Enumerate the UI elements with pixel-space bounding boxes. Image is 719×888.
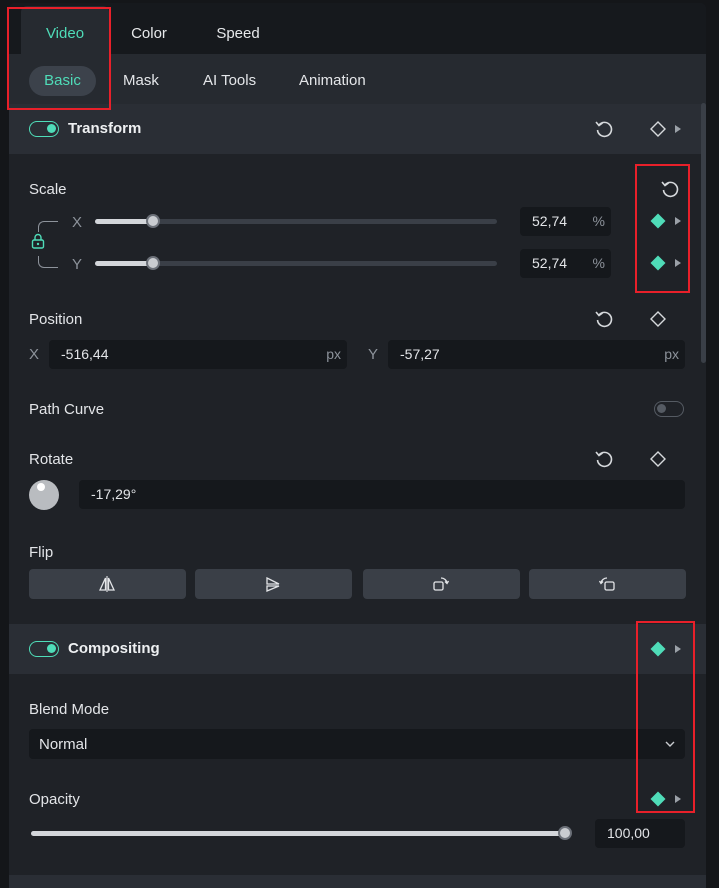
keyframe-icon[interactable] [647, 448, 669, 470]
scale-y-unit: % [592, 255, 605, 271]
scale-y-value: 52,74 [532, 255, 568, 271]
flip-label: Flip [29, 544, 54, 561]
keyframe-filled-icon[interactable] [647, 788, 669, 810]
position-x-axis-label: X [29, 346, 40, 363]
position-x-unit: px [326, 346, 341, 362]
reset-icon[interactable] [659, 178, 681, 200]
scale-x-axis-label: X [72, 214, 83, 231]
blend-mode-value: Normal [39, 736, 88, 753]
compositing-toggle[interactable] [29, 641, 59, 657]
flip-vertical-button[interactable] [195, 569, 352, 599]
blend-mode-select[interactable]: Normal [29, 729, 685, 759]
keyframe-filled-icon[interactable] [647, 210, 669, 232]
reset-icon[interactable] [593, 448, 615, 470]
compositing-header: Compositing [9, 624, 706, 674]
keyframe-filled-icon[interactable] [647, 638, 669, 660]
main-tab-bar: Video Color Speed [9, 3, 706, 54]
lock-bracket-bottom [38, 256, 58, 268]
scale-x-unit: % [592, 213, 605, 229]
transform-header: Transform [9, 104, 706, 154]
scale-x-value: 52,74 [532, 213, 568, 229]
flip-vertical-icon [266, 576, 280, 592]
caret-right-icon[interactable] [674, 794, 682, 804]
rotate-cw-icon [433, 577, 450, 591]
scale-x-slider-fill [95, 219, 153, 224]
opacity-slider[interactable] [31, 831, 566, 836]
rotate-clockwise-button[interactable] [363, 569, 520, 599]
panel-scrollbar[interactable] [701, 103, 706, 363]
flip-horizontal-button[interactable] [29, 569, 186, 599]
opacity-slider-handle[interactable] [558, 826, 572, 840]
rotate-label: Rotate [29, 451, 74, 468]
rotate-dial[interactable] [29, 480, 59, 510]
position-label: Position [29, 311, 83, 328]
rotate-value: -17,29° [91, 486, 137, 502]
lock-icon[interactable] [29, 232, 47, 250]
tab-ai-tools[interactable]: AI Tools [191, 66, 268, 96]
scale-label: Scale [29, 181, 67, 198]
tab-mask[interactable]: Mask [111, 66, 171, 96]
scale-y-slider-handle[interactable] [146, 256, 160, 270]
blend-mode-label: Blend Mode [29, 701, 110, 718]
transform-title: Transform [68, 120, 142, 137]
properties-panel: Video Color Speed Basic Mask AI Tools An… [9, 3, 706, 888]
scale-y-field[interactable]: 52,74 % [520, 249, 611, 278]
tab-color[interactable]: Color [109, 6, 189, 54]
keyframe-filled-icon[interactable] [647, 252, 669, 274]
scale-y-slider-fill [95, 261, 153, 266]
transform-toggle[interactable] [29, 121, 59, 137]
path-curve-label: Path Curve [29, 401, 105, 418]
reset-icon[interactable] [593, 308, 615, 330]
reset-icon[interactable] [593, 118, 615, 140]
caret-right-icon[interactable] [674, 258, 682, 268]
caret-right-icon[interactable] [674, 216, 682, 226]
opacity-field[interactable]: 100,00 [595, 819, 685, 848]
rotate-field[interactable]: -17,29° [79, 480, 685, 509]
position-x-value: -516,44 [61, 346, 109, 362]
tab-speed[interactable]: Speed [199, 6, 277, 54]
flip-horizontal-icon [98, 576, 116, 592]
opacity-value: 100,00 [607, 825, 650, 841]
opacity-label: Opacity [29, 791, 80, 808]
position-x-field[interactable]: -516,44 px [49, 340, 347, 369]
tab-video[interactable]: Video [21, 6, 109, 54]
position-y-field[interactable]: -57,27 px [388, 340, 685, 369]
rotate-ccw-icon [598, 577, 615, 591]
keyframe-icon[interactable] [647, 118, 669, 140]
tab-basic[interactable]: Basic [29, 66, 96, 96]
compositing-title: Compositing [68, 640, 160, 657]
path-curve-toggle[interactable] [654, 401, 684, 417]
opacity-slider-fill [31, 831, 566, 836]
caret-right-icon[interactable] [674, 124, 682, 134]
keyframe-icon[interactable] [647, 308, 669, 330]
scale-x-slider-handle[interactable] [146, 214, 160, 228]
position-y-value: -57,27 [400, 346, 440, 362]
sub-tab-bar: Basic Mask AI Tools Animation [9, 54, 706, 104]
chevron-down-icon [665, 741, 675, 747]
scale-y-axis-label: Y [72, 256, 83, 273]
caret-right-icon[interactable] [674, 644, 682, 654]
tab-animation[interactable]: Animation [287, 66, 378, 96]
position-y-axis-label: Y [368, 346, 379, 363]
rotate-counterclockwise-button[interactable] [529, 569, 686, 599]
scale-x-field[interactable]: 52,74 % [520, 207, 611, 236]
next-section-header [9, 875, 706, 888]
position-y-unit: px [664, 346, 679, 362]
